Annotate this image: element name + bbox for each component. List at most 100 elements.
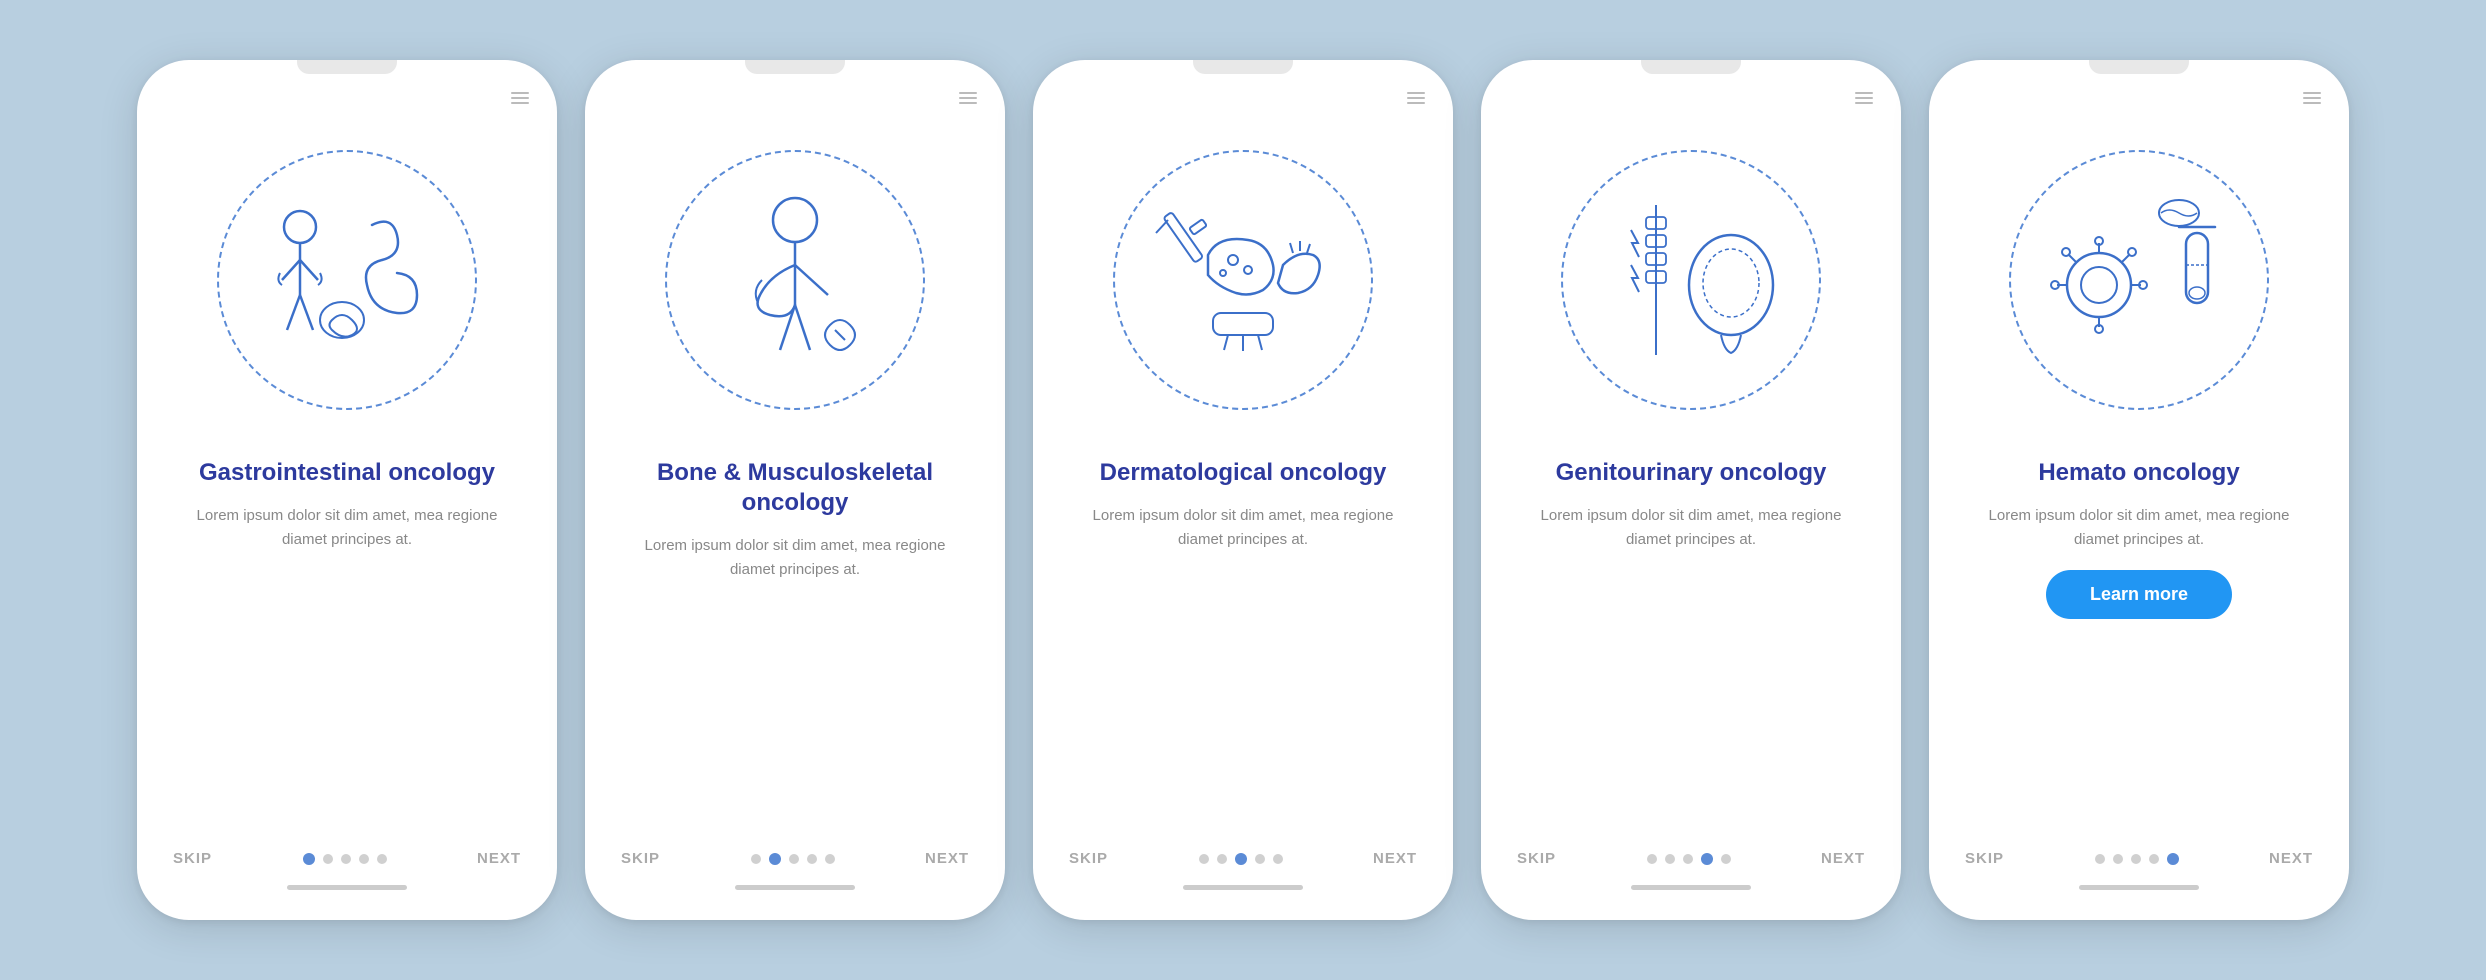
- signal-icon: [511, 92, 529, 104]
- phone-notch-4: [1641, 60, 1741, 74]
- nav-area-4: SKIP NEXT: [1481, 850, 1901, 867]
- card-title-2: Bone & Musculoskeletal oncology: [621, 458, 969, 518]
- card-body-2: Lorem ipsum dolor sit dim amet, mea regi…: [621, 534, 969, 582]
- dot-3-4: [1255, 854, 1265, 864]
- nav-dots-1: [303, 853, 387, 865]
- dot-3-2: [1217, 854, 1227, 864]
- signal-icon-4: [1855, 92, 1873, 104]
- dot-5-3: [2131, 854, 2141, 864]
- illustration-bone: [680, 165, 910, 395]
- content-area-2: Bone & Musculoskeletal oncology Lorem ip…: [585, 440, 1005, 850]
- header-icons: [511, 92, 529, 104]
- dot-5-1: [2095, 854, 2105, 864]
- dot-3-5: [1273, 854, 1283, 864]
- phone-notch: [297, 60, 397, 74]
- nav-area-2: SKIP NEXT: [585, 850, 1005, 867]
- next-button-3[interactable]: NEXT: [1373, 850, 1417, 867]
- nav-dots-4: [1647, 853, 1731, 865]
- card-title-5: Hemato oncology: [2038, 458, 2239, 488]
- dot-5-4: [2149, 854, 2159, 864]
- home-bar-4: [1631, 885, 1751, 890]
- dashed-circle-1: [217, 150, 477, 410]
- phone-top-bar-2: [585, 74, 1005, 110]
- phone-genitourinary: Genitourinary oncology Lorem ipsum dolor…: [1481, 60, 1901, 920]
- illustration-gastrointestinal: [232, 165, 462, 395]
- content-area-1: Gastrointestinal oncology Lorem ipsum do…: [137, 440, 557, 850]
- phone-hemato: Hemato oncology Lorem ipsum dolor sit di…: [1929, 60, 2349, 920]
- nav-area-5: SKIP NEXT: [1929, 850, 2349, 867]
- home-bar-3: [1183, 885, 1303, 890]
- dashed-circle-5: [2009, 150, 2269, 410]
- header-icons-5: [2303, 92, 2321, 104]
- content-area-4: Genitourinary oncology Lorem ipsum dolor…: [1481, 440, 1901, 850]
- illustration-area-1: [137, 120, 557, 440]
- dot-5-5: [2167, 853, 2179, 865]
- dot-3-3: [1235, 853, 1247, 865]
- dot-1-3: [341, 854, 351, 864]
- skip-button-5[interactable]: SKIP: [1965, 850, 2004, 867]
- card-body-1: Lorem ipsum dolor sit dim amet, mea regi…: [173, 504, 521, 552]
- phone-notch-5: [2089, 60, 2189, 74]
- dot-1-1: [303, 853, 315, 865]
- signal-icon-3: [1407, 92, 1425, 104]
- dot-2-1: [751, 854, 761, 864]
- phone-notch-3: [1193, 60, 1293, 74]
- home-bar-2: [735, 885, 855, 890]
- skip-button-1[interactable]: SKIP: [173, 850, 212, 867]
- dot-4-4: [1701, 853, 1713, 865]
- dot-2-5: [825, 854, 835, 864]
- phone-dermatological: Dermatological oncology Lorem ipsum dolo…: [1033, 60, 1453, 920]
- next-button-2[interactable]: NEXT: [925, 850, 969, 867]
- phone-top-bar-3: [1033, 74, 1453, 110]
- phone-top-bar: [137, 74, 557, 110]
- nav-area-3: SKIP NEXT: [1033, 850, 1453, 867]
- header-icons-3: [1407, 92, 1425, 104]
- phone-top-bar-5: [1929, 74, 2349, 110]
- next-button-4[interactable]: NEXT: [1821, 850, 1865, 867]
- nav-dots-3: [1199, 853, 1283, 865]
- card-title-1: Gastrointestinal oncology: [199, 458, 495, 488]
- next-button-1[interactable]: NEXT: [477, 850, 521, 867]
- card-body-5: Lorem ipsum dolor sit dim amet, mea regi…: [1965, 504, 2313, 552]
- illustration-area-4: [1481, 120, 1901, 440]
- nav-dots-2: [751, 853, 835, 865]
- content-area-3: Dermatological oncology Lorem ipsum dolo…: [1033, 440, 1453, 850]
- phone-gastrointestinal: Gastrointestinal oncology Lorem ipsum do…: [137, 60, 557, 920]
- dot-2-3: [789, 854, 799, 864]
- content-area-5: Hemato oncology Lorem ipsum dolor sit di…: [1929, 440, 2349, 850]
- dot-1-5: [377, 854, 387, 864]
- illustration-dermatological: [1128, 165, 1358, 395]
- card-body-3: Lorem ipsum dolor sit dim amet, mea regi…: [1069, 504, 1417, 552]
- card-title-4: Genitourinary oncology: [1556, 458, 1827, 488]
- illustration-area-3: [1033, 120, 1453, 440]
- skip-button-3[interactable]: SKIP: [1069, 850, 1108, 867]
- dashed-circle-3: [1113, 150, 1373, 410]
- illustration-area-5: [1929, 120, 2349, 440]
- dashed-circle-4: [1561, 150, 1821, 410]
- next-button-5[interactable]: NEXT: [2269, 850, 2313, 867]
- illustration-genitourinary: [1576, 165, 1806, 395]
- home-bar-5: [2079, 885, 2199, 890]
- dashed-circle-2: [665, 150, 925, 410]
- phone-bone-musculoskeletal: Bone & Musculoskeletal oncology Lorem ip…: [585, 60, 1005, 920]
- card-body-4: Lorem ipsum dolor sit dim amet, mea regi…: [1517, 504, 1865, 552]
- header-icons-2: [959, 92, 977, 104]
- signal-icon-2: [959, 92, 977, 104]
- card-title-3: Dermatological oncology: [1100, 458, 1387, 488]
- dot-5-2: [2113, 854, 2123, 864]
- phone-notch-2: [745, 60, 845, 74]
- dot-1-2: [323, 854, 333, 864]
- skip-button-4[interactable]: SKIP: [1517, 850, 1556, 867]
- skip-button-2[interactable]: SKIP: [621, 850, 660, 867]
- dot-4-2: [1665, 854, 1675, 864]
- home-bar-1: [287, 885, 407, 890]
- header-icons-4: [1855, 92, 1873, 104]
- nav-area-1: SKIP NEXT: [137, 850, 557, 867]
- nav-dots-5: [2095, 853, 2179, 865]
- dot-4-1: [1647, 854, 1657, 864]
- illustration-area-2: [585, 120, 1005, 440]
- dot-2-2: [769, 853, 781, 865]
- phone-top-bar-4: [1481, 74, 1901, 110]
- learn-more-button[interactable]: Learn more: [2046, 570, 2232, 619]
- dot-2-4: [807, 854, 817, 864]
